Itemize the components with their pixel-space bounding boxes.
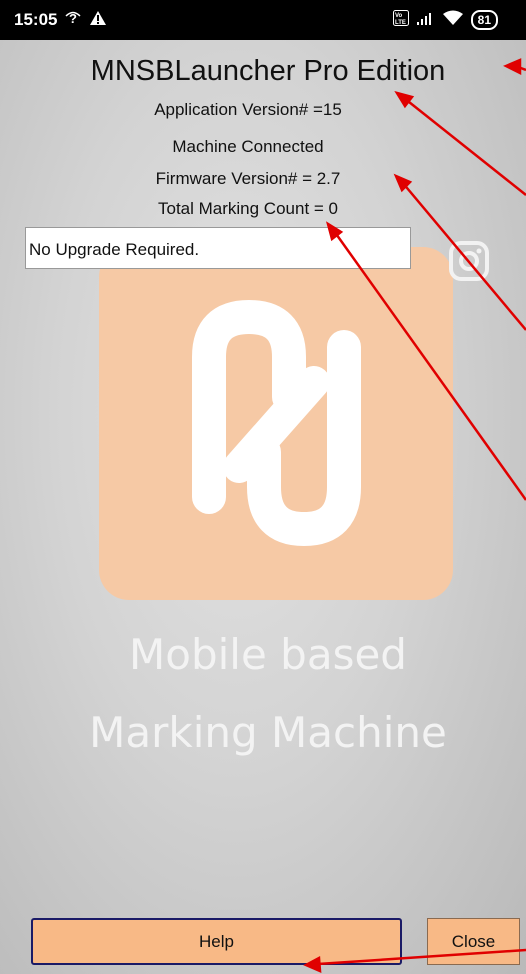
upgrade-status-field: No Upgrade Required. — [25, 227, 411, 269]
app-title: MNSBLauncher Pro Edition — [90, 55, 446, 87]
status-bar-left: 15:05 ? — [14, 10, 107, 31]
volte-icon: Vo LTE — [392, 9, 409, 31]
instagram-icon — [449, 241, 489, 281]
application-version: Application Version# =15 — [154, 100, 342, 119]
status-bar: 15:05 ? Vo LTE 81 — [0, 0, 526, 40]
svg-text:Vo: Vo — [395, 13, 403, 19]
app-logo-tile — [99, 247, 453, 600]
connection-status: Machine Connected — [172, 137, 324, 156]
close-button[interactable]: Close — [427, 918, 520, 965]
firmware-version: Firmware Version# = 2.7 — [155, 169, 341, 188]
help-button[interactable]: Help — [31, 918, 402, 965]
status-time: 15:05 — [14, 10, 58, 29]
app-logo-icon — [192, 299, 361, 547]
tagline-line-2: Marking Machine — [89, 708, 447, 757]
signal-icon — [416, 10, 435, 31]
battery-indicator: 81 — [470, 10, 498, 30]
svg-text:LTE: LTE — [395, 20, 406, 26]
warning-icon — [89, 10, 107, 31]
total-marking-count: Total Marking Count = 0 — [157, 199, 338, 218]
wifi-question-icon: ? — [65, 10, 82, 31]
tagline-line-1: Mobile based — [129, 630, 407, 679]
status-bar-right: Vo LTE 81 — [392, 9, 498, 31]
wifi-icon — [442, 10, 463, 31]
